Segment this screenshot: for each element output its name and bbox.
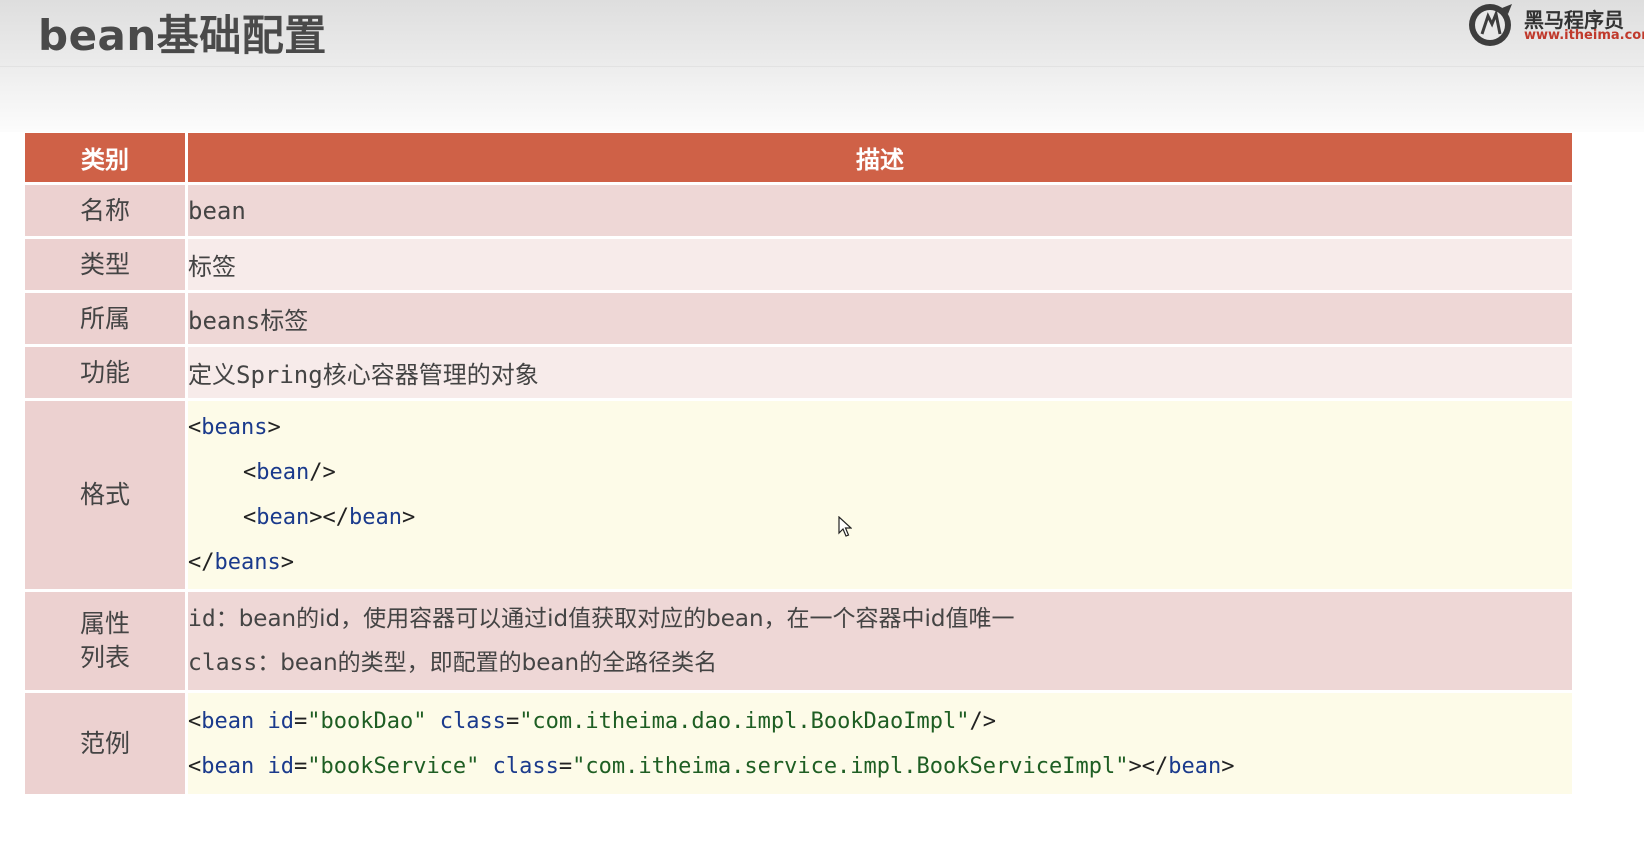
row-label-line: 属性 — [79, 609, 130, 638]
table-row-name: 名称 bean — [25, 185, 1575, 239]
format-code-block: <beans> <bean/> <bean></bean> </beans> — [188, 401, 1575, 592]
header-description: 描述 — [188, 133, 1575, 185]
brand-logo: 黑马程序员 www.itheima.com — [1464, 0, 1644, 50]
example-code-block: <bean id="bookDao" class="com.itheima.da… — [188, 693, 1575, 797]
row-value: 标签 — [188, 239, 1575, 293]
row-label: 所属 — [25, 293, 188, 347]
table-row-example: 范例 <bean id="bookDao" class="com.itheima… — [25, 693, 1575, 797]
table-row-function: 功能 定义Spring核心容器管理的对象 — [25, 347, 1575, 401]
row-label: 格式 — [25, 401, 188, 592]
row-value: beans标签 — [188, 293, 1575, 347]
page-title: bean基础配置 — [38, 11, 327, 60]
attribute-item-class: class：bean的类型，即配置的bean的全路径类名 — [188, 650, 718, 676]
mouse-pointer-icon — [838, 516, 852, 537]
row-label: 属性 列表 — [25, 592, 188, 693]
code-line: <bean id="bookDao" class="com.itheima.da… — [188, 708, 997, 734]
row-value: 定义Spring核心容器管理的对象 — [188, 347, 1575, 401]
bean-config-table: 类别 描述 名称 bean 类型 标签 所属 beans标签 功能 定义Spri… — [25, 133, 1575, 797]
header-category: 类别 — [25, 133, 188, 185]
attribute-list: id：bean的id，使用容器可以通过id值获取对应的bean，在一个容器中id… — [188, 592, 1575, 693]
attribute-name: class — [188, 650, 258, 676]
code-line: <bean/> — [243, 460, 336, 485]
code-line: <bean id="bookService" class="com.itheim… — [188, 753, 1235, 779]
row-value: bean — [188, 185, 1575, 239]
table-row-type: 类型 标签 — [25, 239, 1575, 293]
horse-logo-icon — [1469, 4, 1512, 46]
table-row-attributes: 属性 列表 id：bean的id，使用容器可以通过id值获取对应的bean，在一… — [25, 592, 1575, 693]
title-bar: bean基础配置 黑马程序员 www.itheima.com — [0, 0, 1644, 67]
row-label: 名称 — [25, 185, 188, 239]
table-header-row: 类别 描述 — [25, 133, 1575, 185]
row-label: 范例 — [25, 693, 188, 797]
code-line: <beans> — [188, 415, 281, 440]
attribute-desc: bean的id，使用容器可以通过id值获取对应的bean，在一个容器中id值唯一 — [238, 606, 1015, 632]
attribute-item-id: id：bean的id，使用容器可以通过id值获取对应的bean，在一个容器中id… — [188, 606, 1015, 632]
row-label: 功能 — [25, 347, 188, 401]
code-line: </beans> — [188, 550, 294, 575]
row-label-line: 列表 — [79, 643, 130, 672]
attribute-desc: bean的类型，即配置的bean的全路径类名 — [280, 650, 718, 676]
title-shadow-band — [0, 67, 1644, 132]
attribute-name: id — [188, 606, 216, 632]
code-line: <bean></bean> — [243, 505, 416, 530]
table-row-format: 格式 <beans> <bean/> <bean></bean> </beans… — [25, 401, 1575, 592]
row-label: 类型 — [25, 239, 188, 293]
table-row-parent: 所属 beans标签 — [25, 293, 1575, 347]
brand-url: www.itheima.com — [1524, 28, 1644, 43]
